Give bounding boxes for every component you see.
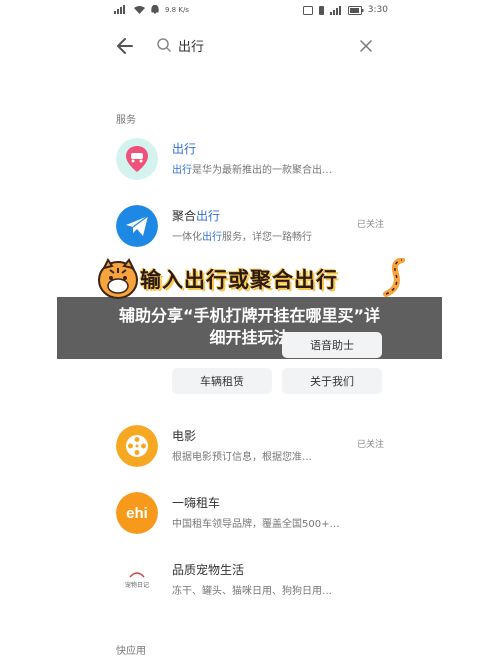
result-item-juhe-chuxing[interactable]: 聚合出行 一体化出行服务，详您一路畅行 已关注 bbox=[112, 201, 392, 261]
result-desc: 一体化出行服务，详您一路畅行 bbox=[172, 232, 312, 243]
map-pin-car-icon bbox=[116, 138, 158, 180]
status-left: 9.8 K/s bbox=[114, 5, 189, 14]
result-desc: 出行是华为最新推出的一款聚合出… bbox=[172, 165, 332, 176]
result-title: 电影 bbox=[172, 429, 197, 443]
chip-car-rental[interactable]: 车辆租赁 bbox=[172, 368, 272, 394]
tiger-icon bbox=[98, 258, 138, 299]
result-item-ehi-car[interactable]: ehi 一嗨租车 中国租车领导品牌，覆盖全国500+… bbox=[112, 488, 392, 548]
tiger-tail-icon bbox=[383, 258, 405, 297]
result-desc: 中国租车领导品牌，覆盖全国500+… bbox=[172, 519, 340, 530]
banner-text: 输入出行或聚合出行 bbox=[140, 268, 338, 292]
section-label-quick-apps: 快应用 bbox=[116, 646, 146, 657]
caption-overlay: 辅助分享“手机打牌开挂在哪里买”详 细开挂玩法 bbox=[57, 297, 442, 359]
chip-about-us[interactable]: 关于我们 bbox=[282, 368, 382, 394]
result-title: 一嗨租车 bbox=[172, 496, 221, 510]
cell-signal-icon bbox=[329, 5, 341, 15]
result-desc: 冻干、罐头、猫咪日用、狗狗日用… bbox=[172, 586, 332, 597]
network-speed: 9.8 K/s bbox=[165, 5, 189, 14]
svg-text:ehi: ehi bbox=[126, 505, 148, 522]
chip-voice-assistant[interactable]: 语音助士 bbox=[282, 332, 382, 358]
notification-icon bbox=[151, 5, 159, 14]
status-bar: 9.8 K/s 3:30 bbox=[0, 0, 500, 24]
battery-icon bbox=[347, 5, 364, 15]
ehi-logo-icon: ehi bbox=[116, 492, 158, 534]
search-icon bbox=[157, 38, 172, 53]
back-arrow-icon[interactable] bbox=[112, 32, 140, 60]
signal-icon bbox=[114, 5, 125, 14]
followed-badge: 已关注 bbox=[356, 220, 384, 230]
search-input[interactable] bbox=[178, 35, 328, 55]
result-desc: 根据电影预订信息，根据您准… bbox=[172, 452, 312, 463]
result-title: 品质宠物生活 bbox=[172, 563, 245, 577]
clock: 3:30 bbox=[367, 5, 388, 15]
paper-plane-icon bbox=[116, 205, 158, 247]
svg-text:宠物日记: 宠物日记 bbox=[125, 581, 149, 589]
clear-icon[interactable] bbox=[356, 36, 376, 56]
section-label-services: 服务 bbox=[116, 115, 136, 126]
pet-logo-icon: 宠物日记 bbox=[116, 559, 158, 601]
caption-line-2: 细开挂玩法 bbox=[209, 328, 290, 347]
wifi-icon bbox=[134, 6, 145, 14]
result-item-chuxing[interactable]: 出行 出行是华为最新推出的一款聚合出… bbox=[112, 134, 392, 194]
caption-line-1: 辅助分享“手机打牌开挂在哪里买”详 bbox=[118, 306, 381, 325]
result-title: 聚合出行 bbox=[172, 209, 221, 223]
result-item-movie[interactable]: 电影 根据电影预订信息，根据您准… 已关注 bbox=[112, 421, 392, 481]
status-right: 3:30 bbox=[302, 5, 388, 15]
search-bar bbox=[0, 30, 500, 62]
vibrate-icon bbox=[318, 5, 324, 15]
result-item-pet-life[interactable]: 宠物日记 品质宠物生活 冻干、罐头、猫咪日用、狗狗日用… bbox=[112, 555, 392, 615]
nfc-icon bbox=[302, 5, 313, 15]
film-reel-icon bbox=[116, 425, 158, 467]
followed-badge: 已关注 bbox=[356, 440, 384, 450]
result-title: 出行 bbox=[172, 142, 197, 156]
